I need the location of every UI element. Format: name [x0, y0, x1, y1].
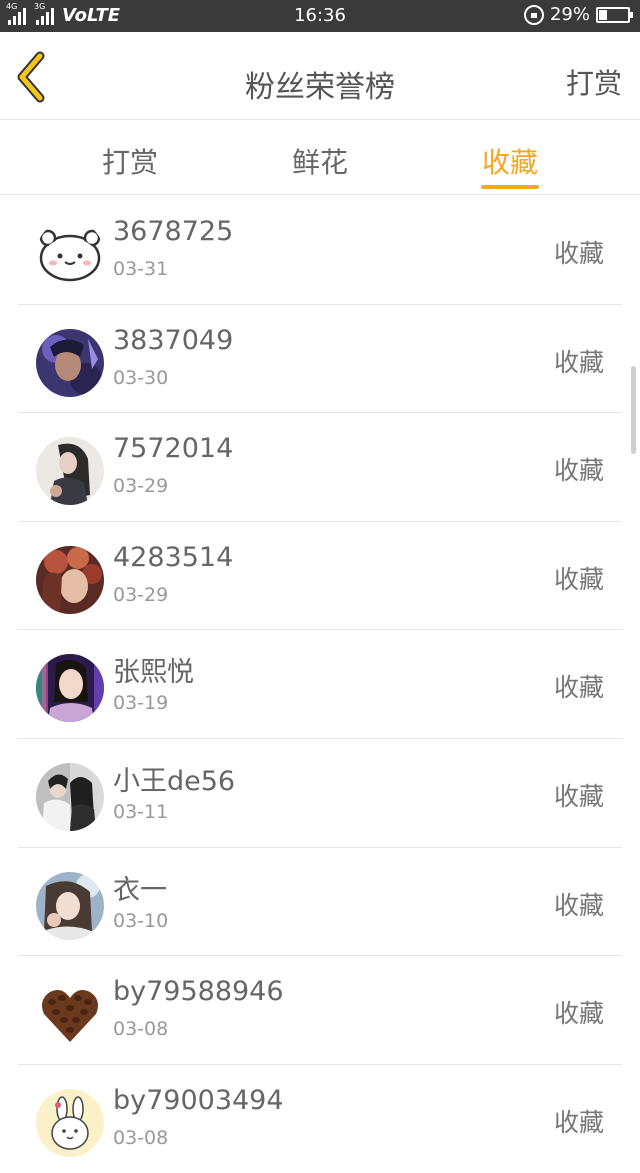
- fan-action-label: 收藏: [553, 347, 604, 377]
- reward-button[interactable]: 打赏: [566, 62, 622, 102]
- fan-name: 小王de56: [113, 765, 236, 797]
- fan-date: 03-29: [113, 583, 169, 606]
- battery-percent: 29%: [549, 4, 590, 25]
- fan-name: by79003494: [113, 1084, 284, 1116]
- avatar: [36, 654, 104, 723]
- fan-name: 7572014: [113, 433, 234, 465]
- fan-action-label: 收藏: [553, 890, 604, 920]
- list-item[interactable]: 小王de56 03-11 收藏: [0, 739, 640, 848]
- fan-date: 03-10: [113, 909, 169, 932]
- tab-favorites[interactable]: 收藏: [450, 141, 570, 181]
- woman-flowers-avatar: [36, 545, 104, 614]
- battery-level: [599, 9, 608, 20]
- girl-selfie-avatar: [36, 871, 104, 940]
- avatar: [36, 545, 104, 614]
- nav-bar: 粉丝荣誉榜 打赏: [0, 32, 640, 120]
- fan-name: 3837049: [113, 324, 234, 356]
- list-item[interactable]: 张熙悦 03-19 收藏: [0, 630, 640, 739]
- avatar: [36, 980, 104, 1049]
- fan-date: 03-30: [113, 366, 169, 389]
- rotation-lock-icon: [523, 4, 544, 25]
- couple-photo-avatar: [36, 762, 104, 831]
- girl-photo-avatar: [36, 437, 104, 506]
- list-item[interactable]: by79588946 03-08 收藏: [0, 956, 640, 1065]
- list-item[interactable]: 3837049 03-30 收藏: [0, 305, 640, 414]
- fan-action-label: 收藏: [553, 564, 604, 594]
- fan-list: 3678725 03-31 收藏 3837049 03-30 收藏 757201…: [0, 196, 640, 1173]
- tab-bar: 打赏 鲜花 收藏: [0, 121, 640, 195]
- avatar: [36, 437, 104, 506]
- list-item[interactable]: 7572014 03-29 收藏: [0, 413, 640, 522]
- tab-flowers[interactable]: 鲜花: [260, 141, 380, 181]
- avatar: [36, 762, 104, 831]
- woman-portrait-avatar: [36, 654, 104, 723]
- list-item[interactable]: 3678725 03-31 收藏: [0, 196, 640, 305]
- fan-date: 03-19: [113, 692, 169, 715]
- fan-action-label: 收藏: [553, 1107, 604, 1137]
- cartoon-rabbit-avatar: [36, 1088, 104, 1157]
- fan-date: 03-31: [113, 258, 169, 280]
- fan-action-label: 收藏: [553, 456, 604, 486]
- game-character-avatar: [36, 328, 104, 397]
- fan-date: 03-29: [113, 475, 169, 498]
- fan-date: 03-08: [113, 1018, 169, 1041]
- avatar: [36, 328, 104, 397]
- fan-date: 03-11: [113, 800, 169, 823]
- list-item[interactable]: 衣一 03-10 收藏: [0, 848, 640, 957]
- scrollbar[interactable]: [631, 366, 636, 454]
- list-item[interactable]: by79003494 03-08 收藏: [0, 1065, 640, 1173]
- fan-name: 3678725: [113, 216, 234, 247]
- fan-name: 张熙悦: [113, 657, 194, 689]
- fan-action-label: 收藏: [553, 239, 604, 268]
- fan-name: 4283514: [113, 541, 234, 573]
- avatar: [36, 871, 104, 940]
- active-tab-indicator: [481, 185, 539, 189]
- fan-name: by79588946: [113, 976, 284, 1008]
- avatar: [36, 1088, 104, 1157]
- coffee-heart-avatar: [36, 980, 104, 1049]
- battery-icon: [596, 6, 633, 23]
- fan-action-label: 收藏: [553, 781, 604, 811]
- list-item[interactable]: 4283514 03-29 收藏: [0, 522, 640, 631]
- cartoon-bear-avatar: [36, 220, 104, 288]
- fan-action-label: 收藏: [553, 999, 604, 1029]
- tab-reward[interactable]: 打赏: [70, 141, 190, 181]
- avatar: [36, 220, 104, 288]
- status-bar: 4G 3G VoLTE 16:36 29%: [0, 0, 640, 32]
- fan-action-label: 收藏: [553, 673, 604, 703]
- fan-name: 衣一: [113, 874, 167, 906]
- page-title: 粉丝荣誉榜: [245, 70, 395, 105]
